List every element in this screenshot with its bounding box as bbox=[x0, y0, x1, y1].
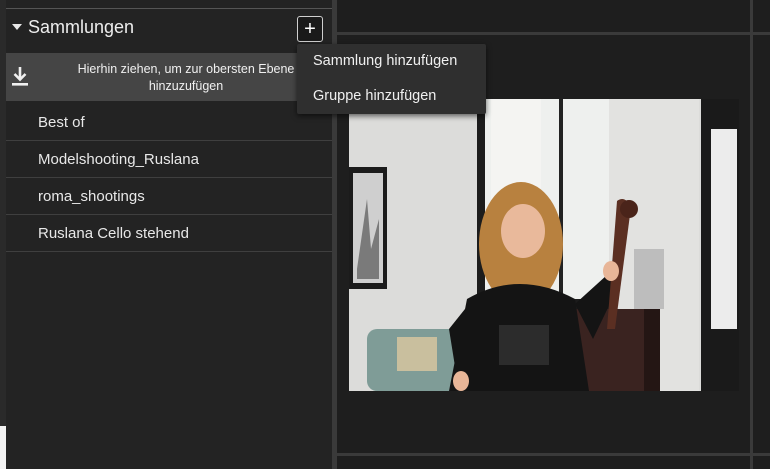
window-edge bbox=[0, 426, 6, 469]
add-menu: Sammlung hinzufügen Gruppe hinzufügen bbox=[297, 44, 486, 114]
add-collection-menu-item[interactable]: Sammlung hinzufügen bbox=[297, 44, 486, 79]
add-collection-button[interactable]: + bbox=[297, 16, 323, 42]
collections-header[interactable]: Sammlungen + bbox=[6, 10, 332, 48]
collection-item[interactable]: roma_shootings bbox=[6, 178, 332, 215]
panel-title: Sammlungen bbox=[28, 17, 135, 37]
collection-item[interactable]: Modelshooting_Ruslana bbox=[6, 141, 332, 178]
download-icon bbox=[12, 67, 28, 86]
top-level-drop-zone[interactable]: Hierhin ziehen, um zur obersten Ebene hi… bbox=[6, 53, 332, 101]
drop-zone-text: Hierhin ziehen, um zur obersten Ebene hi… bbox=[36, 61, 336, 95]
drop-zone-line-2: hinzuzufügen bbox=[148, 79, 224, 93]
add-group-menu-item[interactable]: Gruppe hinzufügen bbox=[297, 79, 486, 114]
grid-divider bbox=[337, 453, 770, 456]
photo-thumbnail[interactable] bbox=[349, 99, 739, 391]
grid-divider bbox=[337, 32, 770, 35]
collection-item[interactable]: Best of bbox=[6, 104, 332, 141]
collapse-arrow-icon[interactable] bbox=[12, 24, 22, 30]
photo-image bbox=[349, 99, 739, 391]
collection-item[interactable]: Ruslana Cello stehend bbox=[6, 215, 332, 252]
grid-divider bbox=[750, 0, 753, 469]
collections-panel: Sammlungen + Hierhin ziehen, um zur ober… bbox=[0, 0, 336, 469]
drop-zone-line-1: Hierhin ziehen, um zur obersten Ebene bbox=[77, 62, 295, 76]
collection-list: Best of Modelshooting_Ruslana roma_shoot… bbox=[6, 104, 332, 252]
top-divider bbox=[6, 8, 332, 9]
